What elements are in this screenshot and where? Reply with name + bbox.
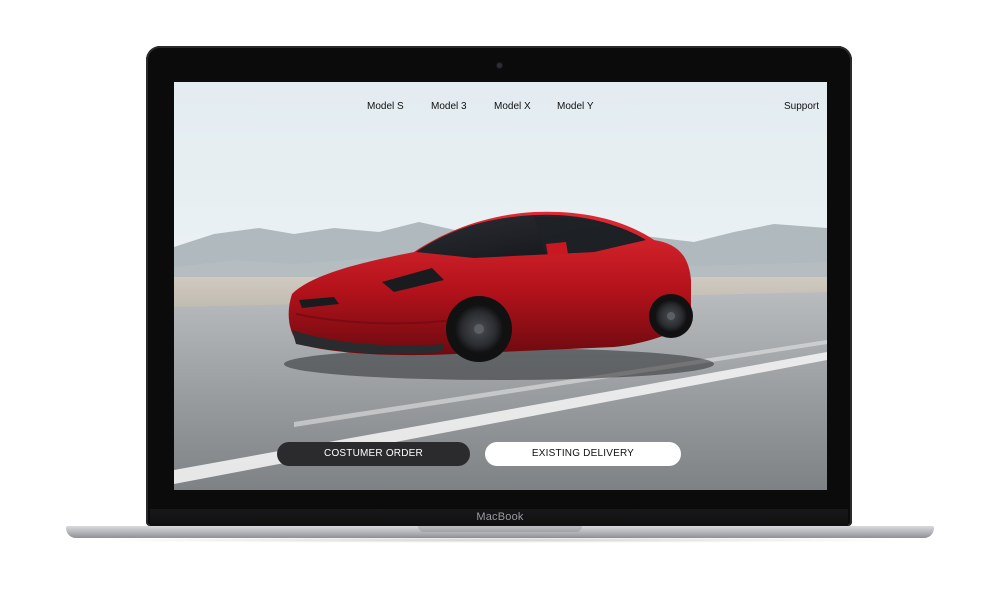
nav-item-model-x[interactable]: Model X	[494, 101, 531, 112]
brand-label: MacBook	[476, 511, 524, 523]
laptop-base-notch	[418, 526, 582, 532]
nav-item-support[interactable]: Support	[784, 101, 819, 112]
webcam-icon	[497, 63, 502, 68]
nav-item-model-s[interactable]: Model S	[367, 101, 404, 112]
existing-delivery-button[interactable]: EXISTING DELIVERY	[485, 442, 681, 466]
nav-item-model-3[interactable]: Model 3	[431, 101, 467, 112]
nav-item-model-y[interactable]: Model Y	[557, 101, 594, 112]
hero-image	[174, 82, 827, 490]
laptop-shadow	[90, 537, 910, 543]
laptop-screen: Model S Model 3 Model X Model Y Support …	[174, 82, 827, 490]
costumer-order-button[interactable]: COSTUMER ORDER	[277, 442, 470, 466]
